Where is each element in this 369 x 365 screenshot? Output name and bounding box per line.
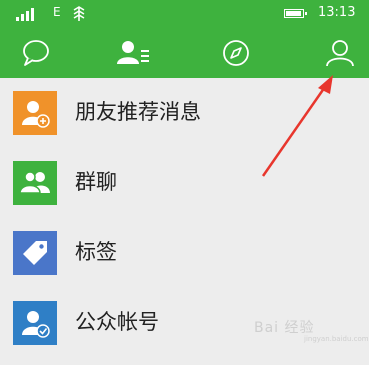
watermark-sub: jingyan.baidu.com (304, 335, 369, 343)
official-account-icon (13, 301, 57, 345)
tab-chats[interactable] (4, 28, 68, 78)
list-item-group-chat[interactable]: 群聊 (0, 148, 369, 216)
network-type: E (53, 5, 61, 19)
tab-me[interactable] (308, 28, 369, 78)
battery-icon (284, 9, 307, 18)
data-icon (73, 6, 85, 21)
chat-icon (23, 40, 49, 66)
discover-icon (223, 40, 249, 66)
tab-bar (0, 28, 369, 78)
friend-recommend-icon (13, 91, 57, 135)
group-chat-icon (13, 161, 57, 205)
tab-contacts[interactable] (101, 28, 165, 78)
tag-icon (13, 231, 57, 275)
list-item-label: 群聊 (75, 170, 117, 194)
me-icon (326, 40, 354, 67)
watermark-text: Bai 经验 (254, 320, 315, 336)
status-bar: E 13:13 (0, 0, 369, 28)
list-item-friend-recommend[interactable]: 朋友推荐消息 (0, 78, 369, 146)
contacts-icon (117, 41, 149, 64)
watermark: Bai 经验 jingyan.baidu.com (252, 307, 369, 343)
list-item-label: 朋友推荐消息 (75, 100, 201, 124)
list-item-label: 公众帐号 (75, 310, 159, 334)
signal-icon (16, 7, 42, 21)
tab-discover[interactable] (204, 28, 268, 78)
list-item-label: 标签 (75, 240, 117, 264)
list-item-tags[interactable]: 标签 (0, 218, 369, 286)
clock: 13:13 (318, 5, 356, 20)
